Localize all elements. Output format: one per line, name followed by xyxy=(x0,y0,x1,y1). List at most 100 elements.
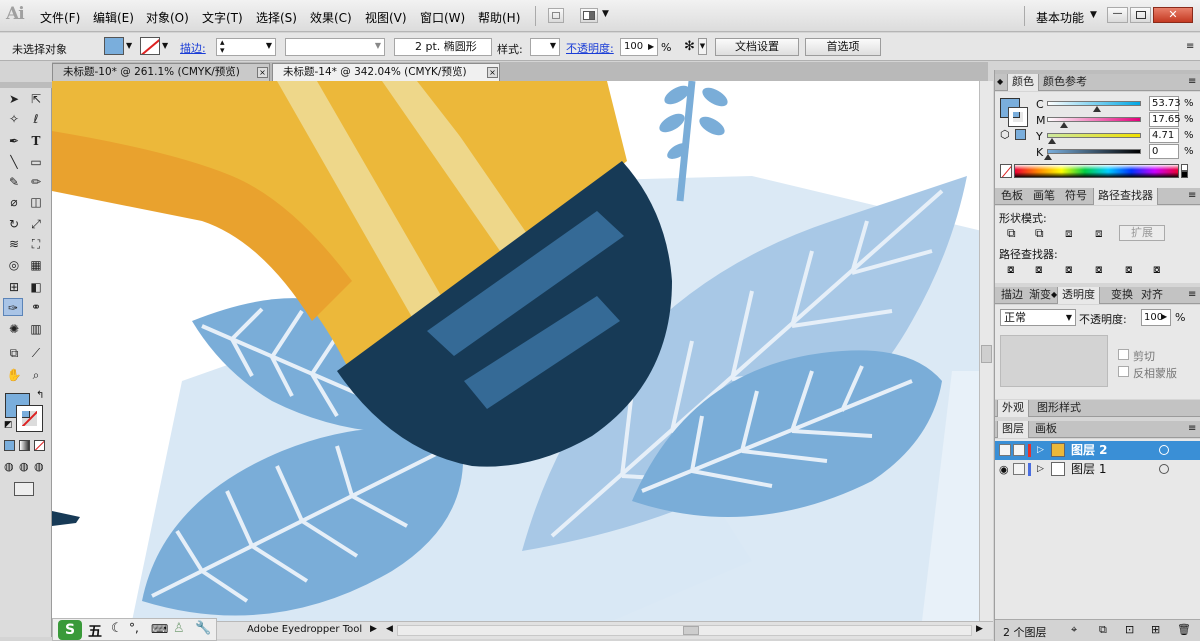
delete-layer-icon[interactable]: 🗑 xyxy=(1177,623,1191,636)
pencil-tool-icon[interactable]: ✏ xyxy=(26,173,46,191)
minimize-button[interactable]: — xyxy=(1107,7,1128,23)
scroll-left-icon[interactable]: ◀ xyxy=(386,624,393,634)
control-menu-icon[interactable]: ≡ xyxy=(1186,41,1194,52)
black-swatch[interactable] xyxy=(1181,171,1188,178)
tab-pathfinder[interactable]: 路径查找器 xyxy=(1093,188,1158,205)
paintbrush-tool-icon[interactable]: ✎ xyxy=(4,173,24,191)
clip-checkbox[interactable] xyxy=(1118,349,1129,360)
scale-tool-icon[interactable]: ⤢ xyxy=(26,215,46,233)
expand-layer-icon[interactable]: ▷ xyxy=(1037,441,1044,459)
new-sublayer-icon[interactable]: ⊡ xyxy=(1125,623,1134,636)
tab-color-guide[interactable]: 颜色参考 xyxy=(1039,74,1091,91)
layer-row-1[interactable]: ◉ ▷ 图层 1 xyxy=(995,460,1200,479)
magic-wand-tool-icon[interactable]: ✧ xyxy=(4,110,24,128)
panel-menu-icon[interactable]: ≡ xyxy=(1188,190,1196,201)
slider-thumb[interactable] xyxy=(1060,122,1069,128)
new-layer-icon[interactable]: ⊞ xyxy=(1151,623,1160,636)
close-window-button[interactable]: ✕ xyxy=(1153,7,1193,23)
document-setup-button[interactable]: 文档设置 xyxy=(715,38,799,56)
minus-front-icon[interactable]: ⧉ xyxy=(1035,226,1044,241)
tab-symbols[interactable]: 符号 xyxy=(1061,188,1091,205)
minus-back-icon[interactable]: ⧇ xyxy=(1153,262,1161,277)
invert-mask-checkbox[interactable] xyxy=(1118,366,1129,377)
lasso-tool-icon[interactable]: ℓ xyxy=(26,110,46,128)
hand-tool-icon[interactable]: ✋ xyxy=(4,366,24,384)
workspace-dropdown-icon[interactable]: ▼ xyxy=(1090,10,1097,20)
scroll-thumb[interactable] xyxy=(981,345,992,363)
unite-icon[interactable]: ⧉ xyxy=(1007,226,1016,241)
slider-thumb[interactable] xyxy=(1093,106,1102,112)
eye-icon[interactable]: ◉ xyxy=(999,461,1009,479)
tab-transform[interactable]: 变换 xyxy=(1107,287,1137,304)
make-clipping-mask-icon[interactable]: ⧉ xyxy=(1099,623,1107,637)
mesh-tool-icon[interactable]: ⊞ xyxy=(4,278,24,296)
wrench-icon[interactable]: 🔧 xyxy=(195,621,211,636)
opacity-arrow-icon[interactable]: ▶ xyxy=(648,42,654,51)
layer-row-2[interactable]: ▷ 图层 2 xyxy=(995,441,1200,460)
color-mode-icon[interactable] xyxy=(4,440,15,451)
selection-tool-icon[interactable]: ➤ xyxy=(4,90,24,108)
target-icon[interactable] xyxy=(1159,445,1169,455)
vertical-scrollbar[interactable] xyxy=(979,81,993,621)
ime-logo-icon[interactable]: S xyxy=(58,620,82,640)
color-spectrum[interactable] xyxy=(1014,164,1179,178)
intersect-icon[interactable]: ⧈ xyxy=(1065,226,1073,241)
tab-color[interactable]: 颜色 xyxy=(1007,74,1039,91)
blend-tool-icon[interactable]: ⚭ xyxy=(26,298,46,316)
moon-icon[interactable]: ☾ xyxy=(111,621,123,636)
preferences-button[interactable]: 首选项 xyxy=(805,38,881,56)
tab-artboards[interactable]: 画板 xyxy=(1031,421,1061,438)
channel-y-slider[interactable] xyxy=(1047,133,1141,144)
stroke-color-box[interactable] xyxy=(16,405,43,432)
channel-m-slider[interactable] xyxy=(1047,117,1141,128)
menu-edit[interactable]: 编辑(E) xyxy=(93,9,134,26)
locate-object-icon[interactable]: ⌖ xyxy=(1071,623,1077,637)
type-tool-icon[interactable]: T xyxy=(26,132,46,150)
menu-object[interactable]: 对象(O) xyxy=(146,9,189,26)
stroke-weight-field[interactable]: ▴ ▾ ▼ xyxy=(216,38,276,56)
tab-appearance[interactable]: 外观 xyxy=(997,400,1029,417)
status-arrow-icon[interactable]: ▶ xyxy=(370,624,377,634)
menu-effect[interactable]: 效果(C) xyxy=(310,9,352,26)
menu-window[interactable]: 窗口(W) xyxy=(420,9,465,26)
rectangle-tool-icon[interactable]: ▭ xyxy=(26,153,46,171)
lock-icon[interactable] xyxy=(1013,444,1025,456)
blob-brush-tool-icon[interactable]: ⌀ xyxy=(4,193,24,211)
menu-type[interactable]: 文字(T) xyxy=(202,9,243,26)
stroke-dropdown-icon[interactable]: ▼ xyxy=(162,41,168,50)
trim-icon[interactable]: ⧇ xyxy=(1035,262,1043,277)
zoom-tool-icon[interactable]: ⌕ xyxy=(26,366,46,384)
menu-file[interactable]: 文件(F) xyxy=(40,9,80,26)
collapse-icon[interactable]: ◆ xyxy=(997,77,1003,86)
gradient-tool-icon[interactable]: ◧ xyxy=(26,278,46,296)
stroke-label[interactable]: 描边: xyxy=(180,40,206,56)
layer-name[interactable]: 图层 1 xyxy=(1071,460,1106,478)
channel-k-field[interactable]: 0 xyxy=(1149,144,1179,159)
stroke-swatch[interactable] xyxy=(140,37,160,55)
exclude-icon[interactable]: ⧈ xyxy=(1095,226,1103,241)
draw-inside-icon[interactable]: ◍ xyxy=(34,460,44,473)
eraser-tool-icon[interactable]: ◫ xyxy=(26,193,46,211)
tab-untitled-10[interactable]: 未标题-10* @ 261.1% (CMYK/预览) × xyxy=(52,63,270,81)
swap-colors-icon[interactable]: ↰ xyxy=(36,390,44,401)
bridge-icon[interactable] xyxy=(548,8,564,23)
expand-button[interactable]: 扩展 xyxy=(1119,225,1165,241)
close-tab-icon[interactable]: × xyxy=(487,67,498,78)
slider-thumb[interactable] xyxy=(1044,154,1052,160)
tab-swatches[interactable]: 色板 xyxy=(997,188,1027,205)
rotate-tool-icon[interactable]: ↻ xyxy=(4,215,24,233)
arrange-dropdown-icon[interactable]: ▼ xyxy=(602,9,609,19)
merge-icon[interactable]: ⧇ xyxy=(1065,262,1073,277)
style-field[interactable]: ▼ xyxy=(530,38,560,56)
none-color-icon[interactable] xyxy=(1000,164,1012,178)
slice-tool-icon[interactable]: ⟋ xyxy=(26,344,46,362)
draw-normal-icon[interactable]: ◍ xyxy=(4,460,14,473)
tab-graphic-styles[interactable]: 图形样式 xyxy=(1033,400,1085,417)
tab-untitled-14[interactable]: 未标题-14* @ 342.04% (CMYK/预览) × xyxy=(272,63,500,81)
white-swatch[interactable] xyxy=(1181,164,1188,171)
arrange-documents-icon[interactable] xyxy=(580,8,598,23)
brush-definition-field[interactable]: 2 pt. 椭圆形 xyxy=(394,38,492,56)
eyedropper-tool-icon[interactable]: ✑ xyxy=(3,298,23,316)
opacity-mask-thumbnail[interactable] xyxy=(1000,335,1108,387)
screen-mode-icon[interactable] xyxy=(14,482,34,496)
